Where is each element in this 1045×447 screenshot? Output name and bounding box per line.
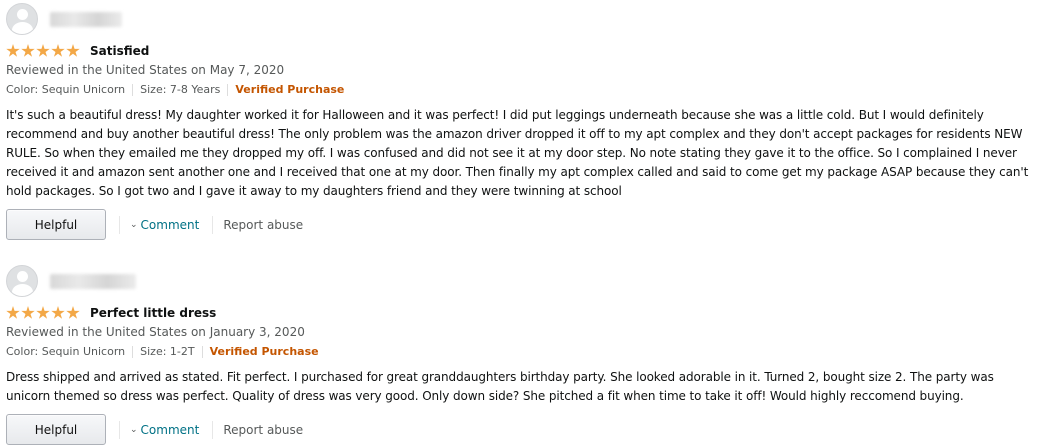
star-icon: [21, 306, 35, 319]
helpful-button[interactable]: Helpful: [6, 414, 106, 445]
reviewer-name-redacted: [50, 11, 122, 27]
review-title-row: Satisfied: [6, 43, 149, 59]
review-actions: Helpful ⌄ Comment Report abuse: [6, 414, 303, 445]
star-icon: [66, 306, 80, 319]
meta-divider: [201, 345, 203, 358]
chevron-down-icon: ⌄: [130, 424, 138, 435]
comment-link[interactable]: ⌄ Comment: [130, 423, 199, 437]
reviewer-name-redacted: [50, 273, 136, 289]
chevron-down-icon: ⌄: [130, 219, 138, 230]
star-icon: [36, 306, 50, 319]
product-color[interactable]: Color: Sequin Unicorn: [6, 345, 125, 358]
review-meta: Color: Sequin Unicorn Size: 7-8 Years Ve…: [6, 83, 344, 96]
comment-label: Comment: [140, 422, 200, 437]
review-body: Dress shipped and arrived as stated. Fit…: [6, 370, 994, 403]
action-divider: [212, 215, 214, 234]
star-rating: [6, 44, 80, 58]
review-actions: Helpful ⌄ Comment Report abuse: [6, 209, 303, 240]
comment-link[interactable]: ⌄ Comment: [130, 218, 199, 232]
review-date: Reviewed in the United States on May 7, …: [6, 63, 285, 77]
star-icon: [66, 44, 80, 57]
star-icon: [6, 306, 20, 319]
product-color[interactable]: Color: Sequin Unicorn: [6, 83, 125, 96]
product-size: Size: 7-8 Years: [140, 83, 221, 96]
product-size: Size: 1-2T: [140, 345, 195, 358]
review-title-row: Perfect little dress: [6, 305, 216, 321]
helpful-button[interactable]: Helpful: [6, 209, 106, 240]
report-abuse-link[interactable]: Report abuse: [223, 218, 303, 232]
review-title[interactable]: Perfect little dress: [90, 306, 216, 320]
verified-purchase-badge: Verified Purchase: [235, 83, 345, 96]
action-divider: [212, 420, 214, 439]
meta-divider: [132, 345, 134, 358]
report-abuse-link[interactable]: Report abuse: [223, 423, 303, 437]
review-title[interactable]: Satisfied: [90, 44, 149, 58]
star-icon: [51, 306, 65, 319]
avatar-icon: [6, 265, 38, 297]
review-date: Reviewed in the United States on January…: [6, 325, 305, 339]
avatar-icon: [6, 3, 38, 35]
star-icon: [51, 44, 65, 57]
star-rating: [6, 306, 80, 320]
verified-purchase-badge: Verified Purchase: [209, 345, 319, 358]
review-meta: Color: Sequin Unicorn Size: 1-2T Verifie…: [6, 345, 319, 358]
meta-divider: [227, 83, 229, 96]
star-icon: [6, 44, 20, 57]
meta-divider: [132, 83, 134, 96]
star-icon: [36, 44, 50, 57]
review-body: It's such a beautiful dress! My daughter…: [6, 108, 1029, 198]
action-divider: [119, 215, 120, 234]
comment-label: Comment: [140, 217, 200, 232]
star-icon: [21, 44, 35, 57]
action-divider: [119, 420, 120, 439]
reviewer-profile[interactable]: [6, 265, 136, 297]
reviewer-profile[interactable]: [6, 3, 122, 35]
